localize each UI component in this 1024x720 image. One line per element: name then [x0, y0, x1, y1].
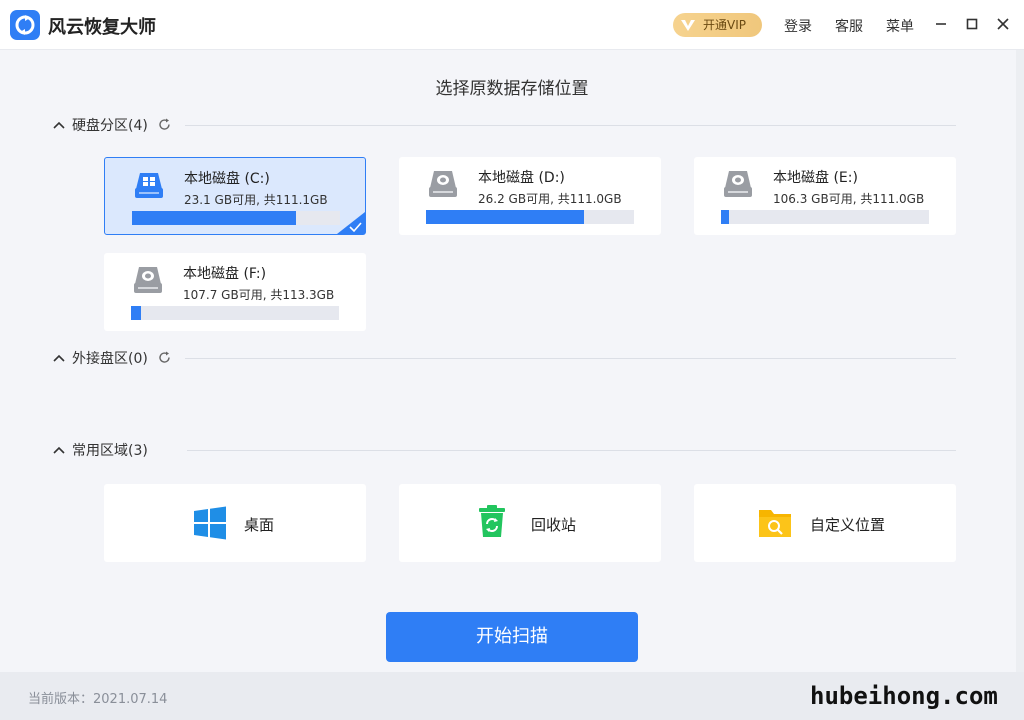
disk-usage-fill — [721, 210, 730, 224]
place-card-recycle-bin[interactable]: 回收站 — [399, 484, 661, 562]
drive-icon — [426, 167, 460, 201]
disk-usage-fill — [132, 211, 297, 225]
place-label: 桌面 — [244, 516, 275, 534]
section-label: 硬盘分区(4) — [72, 118, 148, 134]
windows-icon — [193, 506, 227, 540]
place-label: 自定义位置 — [810, 516, 886, 534]
drive-windows-icon — [132, 168, 166, 202]
place-card-custom-location[interactable]: 自定义位置 — [694, 484, 956, 562]
section-divider — [185, 358, 956, 359]
disk-usage-bar — [721, 210, 929, 224]
section-external: 外接盘区(0) — [52, 347, 956, 369]
selected-check-icon — [337, 212, 365, 234]
disk-card-e[interactable]: 本地磁盘 (E:) 106.3 GB可用, 共111.0GB — [694, 157, 956, 235]
app-name: 风云恢复大师 — [48, 17, 156, 38]
disk-size: 106.3 GB可用, 共111.0GB — [773, 192, 925, 206]
place-label: 回收站 — [531, 516, 577, 534]
watermark: hubeihong.com — [810, 682, 998, 710]
disk-name: 本地磁盘 (C:) — [184, 171, 270, 187]
refresh-icon[interactable] — [157, 350, 172, 365]
maximize-button[interactable] — [962, 14, 982, 34]
vip-label: 开通VIP — [703, 18, 746, 32]
section-hard-disk: 硬盘分区(4) — [52, 114, 956, 136]
refresh-icon[interactable] — [157, 117, 172, 132]
minimize-button[interactable] — [931, 14, 951, 34]
service-link[interactable]: 客服 — [835, 16, 863, 36]
section-label: 外接盘区(0) — [72, 351, 148, 367]
recycle-bin-icon — [475, 504, 509, 538]
chevron-up-icon[interactable] — [52, 443, 66, 457]
folder-search-icon — [758, 506, 792, 540]
page-title: 选择原数据存储位置 — [435, 79, 589, 99]
disk-name: 本地磁盘 (D:) — [478, 170, 565, 186]
drive-icon — [721, 167, 755, 201]
section-label: 常用区域(3) — [72, 443, 148, 459]
disk-name: 本地磁盘 (F:) — [183, 266, 267, 282]
disk-card-d[interactable]: 本地磁盘 (D:) 26.2 GB可用, 共111.0GB — [399, 157, 661, 235]
drive-icon — [131, 263, 165, 297]
title-bar: 风云恢复大师 开通VIP 登录 客服 菜单 — [0, 0, 1024, 50]
disk-usage-bar — [132, 211, 340, 225]
menu-link[interactable]: 菜单 — [886, 16, 914, 36]
disk-name: 本地磁盘 (E:) — [773, 170, 858, 186]
disk-usage-fill — [131, 306, 142, 320]
scrollbar[interactable] — [1016, 50, 1024, 672]
login-link[interactable]: 登录 — [784, 16, 812, 36]
section-common: 常用区域(3) — [52, 439, 956, 461]
disk-card-c[interactable]: 本地磁盘 (C:) 23.1 GB可用, 共111.1GB — [104, 157, 366, 235]
disk-size: 107.7 GB可用, 共113.3GB — [183, 288, 335, 302]
disk-usage-bar — [131, 306, 339, 320]
disk-size: 23.1 GB可用, 共111.1GB — [184, 193, 328, 207]
section-divider — [185, 125, 956, 126]
chevron-up-icon[interactable] — [52, 118, 66, 132]
disk-usage-bar — [426, 210, 634, 224]
disk-size: 26.2 GB可用, 共111.0GB — [478, 192, 622, 206]
start-scan-button[interactable]: 开始扫描 — [386, 612, 638, 662]
section-divider — [187, 450, 956, 451]
place-card-desktop[interactable]: 桌面 — [104, 484, 366, 562]
app-logo-icon — [10, 10, 40, 40]
disk-card-f[interactable]: 本地磁盘 (F:) 107.7 GB可用, 共113.3GB — [104, 253, 366, 331]
disk-usage-fill — [426, 210, 585, 224]
version-text: 当前版本：2021.07.14 — [28, 692, 168, 707]
vip-button[interactable]: 开通VIP — [673, 13, 762, 37]
chevron-up-icon[interactable] — [52, 351, 66, 365]
vip-badge-icon — [679, 16, 697, 34]
close-button[interactable] — [993, 14, 1013, 34]
